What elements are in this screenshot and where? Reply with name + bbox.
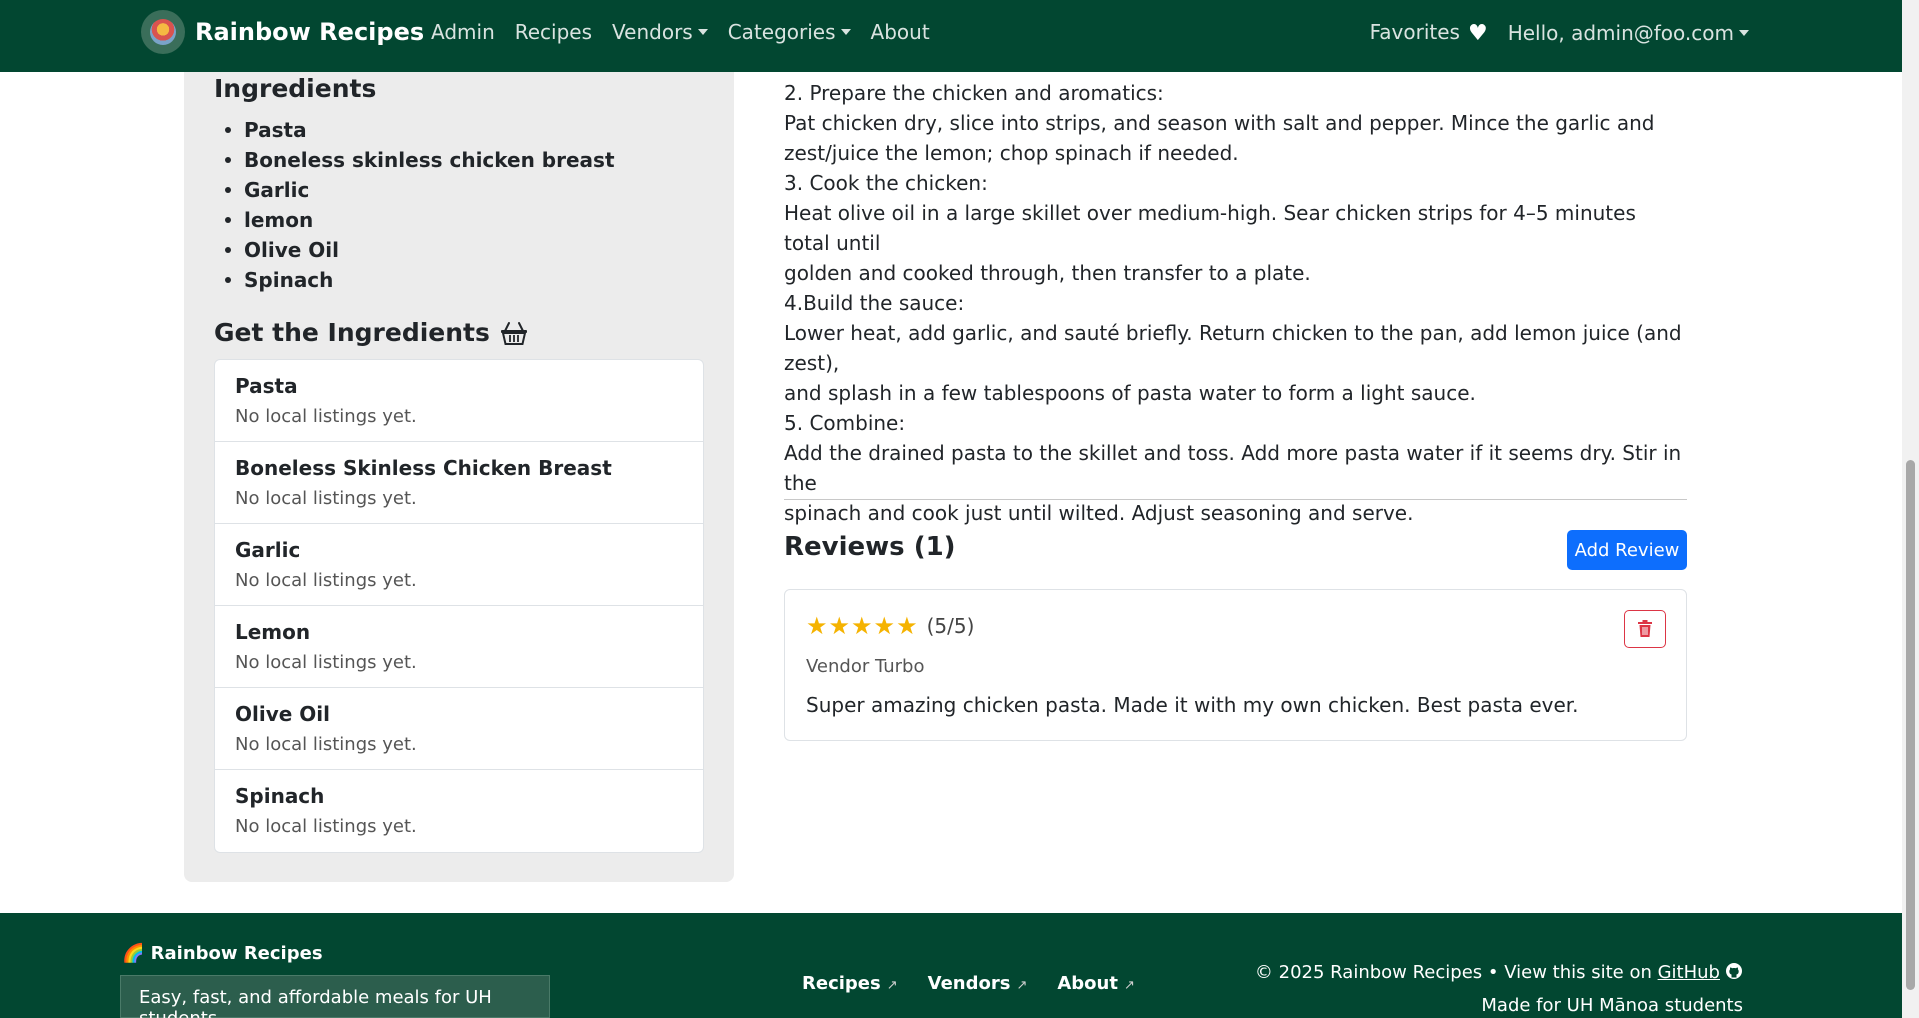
direction-line: zest/juice the lemon; chop spinach if ne…	[784, 141, 1239, 165]
nav-categories-dropdown[interactable]: Categories	[728, 20, 851, 44]
direction-line: Pat chicken dry, slice into strips, and …	[784, 111, 1655, 135]
brand-link[interactable]: Rainbow Recipes	[141, 10, 424, 54]
footer-link-vendors[interactable]: Vendors	[928, 973, 1028, 994]
nav-about[interactable]: About	[871, 20, 930, 44]
rating-text: (5/5)	[926, 614, 975, 638]
listing-name: Olive Oil	[235, 702, 330, 726]
listing-name: Spinach	[235, 784, 325, 808]
list-item: Garlic No local listings yet.	[215, 524, 703, 606]
footer-copyright: © 2025 Rainbow Recipes • View this site …	[1254, 962, 1652, 983]
listing-note: No local listings yet.	[235, 816, 417, 837]
nav-vendors-dropdown[interactable]: Vendors	[612, 20, 708, 44]
list-item: Olive Oil No local listings yet.	[215, 688, 703, 770]
github-icon	[1726, 963, 1742, 979]
direction-line: Add the drained pasta to the skillet and…	[784, 441, 1682, 495]
list-item: Pasta No local listings yet.	[215, 360, 703, 442]
star-icon: ★	[896, 612, 918, 640]
star-icon: ★	[806, 612, 828, 640]
direction-line: and splash in a few tablespoons of pasta…	[784, 381, 1476, 405]
direction-line: 4.Build the sauce:	[784, 291, 965, 315]
footer-brand: 🌈 Rainbow Recipes	[122, 943, 323, 964]
trash-icon	[1638, 620, 1652, 637]
footer: 🌈 Rainbow Recipes Easy, fast, and afford…	[0, 913, 1902, 1018]
footer-made-for: Made for UH Mānoa students	[1481, 995, 1743, 1016]
list-item: Pasta	[225, 115, 615, 145]
scrollbar-thumb[interactable]	[1906, 460, 1915, 990]
add-review-button[interactable]: Add Review	[1567, 530, 1687, 570]
direction-line: 2. Prepare the chicken and aromatics:	[784, 81, 1164, 105]
listing-note: No local listings yet.	[235, 570, 417, 591]
nav-favorites[interactable]: Favorites ♥	[1370, 20, 1488, 46]
direction-line: 3. Cook the chicken:	[784, 171, 988, 195]
direction-line: spinach and cook just until wilted. Adju…	[784, 501, 1414, 525]
listing-note: No local listings yet.	[235, 406, 417, 427]
footer-tagline: Easy, fast, and affordable meals for UH …	[120, 975, 550, 1018]
list-item: Lemon No local listings yet.	[215, 606, 703, 688]
list-item: Boneless skinless chicken breast	[225, 145, 615, 175]
list-item: Olive Oil	[225, 235, 615, 265]
direction-line: 5. Combine:	[784, 411, 906, 435]
user-menu-dropdown[interactable]: Hello, admin@foo.com	[1508, 21, 1749, 45]
nav-recipes[interactable]: Recipes	[515, 20, 592, 44]
brand-name: Rainbow Recipes	[195, 18, 425, 46]
reviews-title: Reviews (1)	[784, 532, 956, 562]
brand-logo-icon	[141, 10, 185, 54]
list-item: Spinach	[225, 265, 615, 295]
recipe-directions: water and drain. 2. Prepare the chicken …	[784, 48, 1684, 528]
nav-links: Admin Recipes Vendors Categories About	[431, 20, 950, 44]
list-item: Garlic	[225, 175, 615, 205]
favorites-label: Favorites	[1369, 20, 1460, 44]
basket-icon	[500, 321, 527, 345]
listing-name: Lemon	[235, 620, 311, 644]
star-icon: ★	[873, 612, 896, 640]
listing-name: Pasta	[235, 374, 298, 398]
ingredients-title: Ingredients	[214, 74, 377, 103]
nav-right: Favorites ♥ Hello, admin@foo.com	[1350, 20, 1749, 46]
footer-links: Recipes Vendors About	[802, 973, 1165, 994]
github-link[interactable]: GitHub	[1658, 962, 1720, 983]
footer-link-about[interactable]: About	[1057, 973, 1135, 994]
listing-note: No local listings yet.	[235, 488, 417, 509]
listing-note: No local listings yet.	[235, 652, 417, 673]
list-item: Boneless Skinless Chicken Breast No loca…	[215, 442, 703, 524]
listing-note: No local listings yet.	[235, 734, 417, 755]
list-item: Spinach No local listings yet.	[215, 770, 703, 852]
direction-line: Lower heat, add garlic, and sauté briefl…	[784, 321, 1682, 375]
vendor-listings: Pasta No local listings yet. Boneless Sk…	[214, 359, 704, 853]
navbar: Rainbow Recipes Admin Recipes Vendors Ca…	[0, 0, 1902, 72]
direction-line: Heat olive oil in a large skillet over m…	[784, 201, 1636, 255]
page-scrollbar[interactable]	[1902, 0, 1919, 1018]
get-ingredients-label: Get the Ingredients	[214, 318, 490, 347]
delete-review-button[interactable]	[1624, 610, 1666, 648]
footer-credits: © 2025 Rainbow Recipes • View this site …	[1255, 956, 1743, 1018]
nav-admin[interactable]: Admin	[431, 20, 495, 44]
star-icon: ★	[828, 612, 851, 640]
star-rating: ★ ★ ★ ★ ★ (5/5)	[806, 614, 974, 638]
footer-link-recipes[interactable]: Recipes	[802, 973, 898, 994]
star-icon: ★	[851, 612, 873, 640]
reviewer-name: Vendor Turbo	[806, 656, 925, 677]
ingredients-list: Pasta Boneless skinless chicken breast G…	[225, 115, 615, 295]
heart-icon: ♥	[1467, 21, 1488, 46]
divider	[784, 499, 1687, 500]
direction-line: golden and cooked through, then transfer…	[784, 261, 1311, 285]
listing-name: Garlic	[235, 538, 301, 562]
get-ingredients-title: Get the Ingredients	[214, 318, 528, 347]
listing-name: Boneless Skinless Chicken Breast	[235, 456, 612, 480]
review-text: Super amazing chicken pasta. Made it wit…	[806, 693, 1579, 717]
review-card: ★ ★ ★ ★ ★ (5/5) Vendor Turbo Super amazi…	[784, 589, 1687, 741]
list-item: lemon	[225, 205, 615, 235]
footer-copyright-line: © 2025 Rainbow Recipes • View this site …	[1255, 956, 1743, 989]
